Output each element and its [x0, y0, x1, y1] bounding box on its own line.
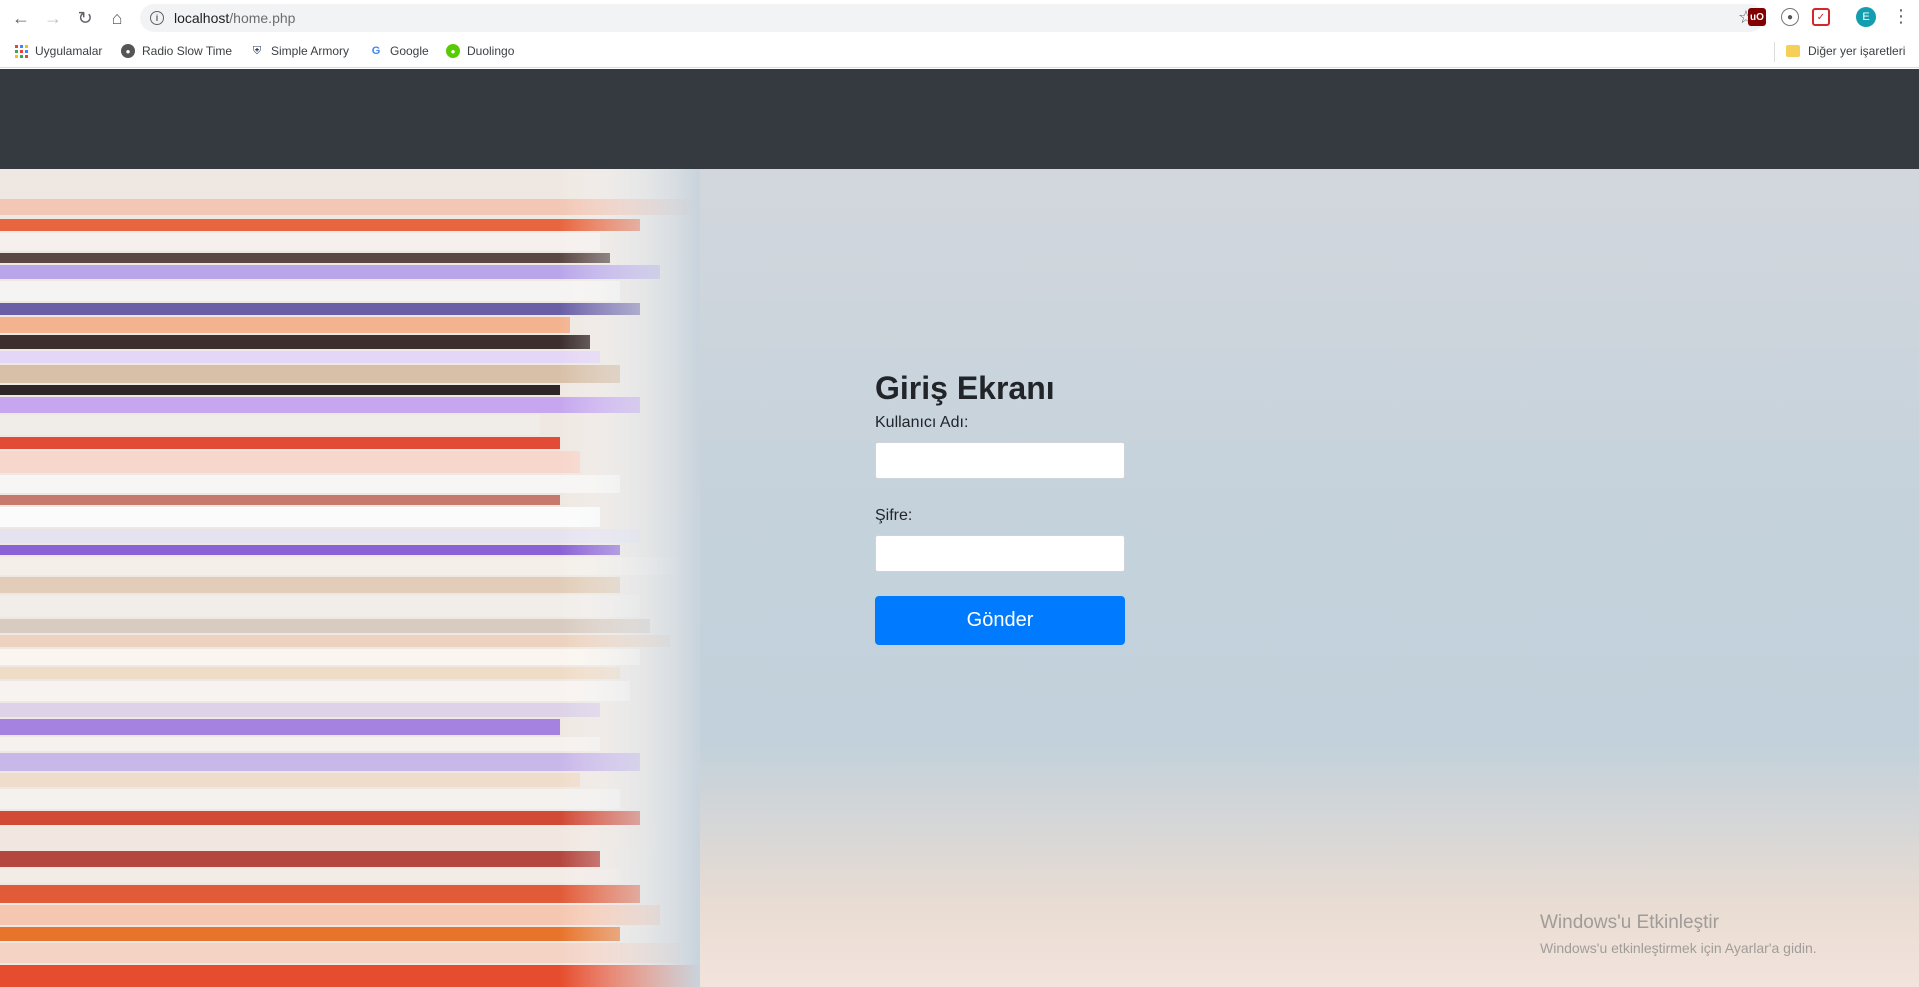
bookmark-google[interactable]: G Google [369, 44, 429, 58]
browser-menu-icon[interactable]: ⋮ [1892, 6, 1910, 26]
site-info-icon[interactable]: i [150, 11, 164, 25]
page-title: Giriş Ekranı [875, 370, 1055, 406]
submit-button[interactable]: Gönder [875, 596, 1125, 645]
url-path: /home.php [229, 10, 296, 26]
bookmark-label: Uygulamalar [35, 44, 103, 58]
forward-arrow-icon[interactable]: → [37, 2, 69, 34]
bookmark-label: Diğer yer işaretleri [1808, 44, 1906, 58]
duolingo-owl-icon: ● [446, 44, 460, 58]
address-bar[interactable]: i localhost/home.php ☆ [140, 4, 1764, 32]
bookmark-apps[interactable]: Uygulamalar [14, 44, 102, 58]
password-input[interactable] [875, 535, 1125, 572]
bookmark-label: Google [390, 44, 429, 58]
windows-activation-watermark: Windows'u Etkinleştir Windows'u etkinleş… [1540, 912, 1817, 956]
pocket-extension-icon[interactable]: ✓ [1812, 8, 1830, 26]
password-label: Şifre: [875, 507, 913, 524]
shield-icon: ⛨ [252, 44, 262, 57]
username-label: Kullanıcı Adı: [875, 414, 969, 431]
ublock-extension-icon[interactable]: uO [1748, 8, 1766, 26]
username-input[interactable] [875, 442, 1125, 479]
back-arrow-icon[interactable]: ← [5, 2, 37, 34]
bookmark-label: Duolingo [467, 44, 515, 58]
bookmark-label: Simple Armory [271, 44, 350, 58]
browser-toolbar: ← → ↻ ⌂ i localhost/home.php ☆ uO ● ✓ E … [0, 0, 1919, 36]
watermark-subtitle: Windows'u etkinleştirmek için Ayarlar'a … [1540, 940, 1817, 956]
folder-icon [1786, 45, 1800, 57]
apps-grid-icon [14, 44, 28, 58]
paper-stack-image [0, 169, 700, 987]
reload-icon[interactable]: ↻ [69, 2, 101, 34]
bookmark-simple-armory[interactable]: ⛨ Simple Armory [250, 44, 349, 58]
globe-icon: ● [121, 44, 135, 58]
login-form: Giriş Ekranı Kullanıcı Adı: Şifre: Gönde… [875, 366, 1135, 645]
bookmark-radio-slow-time[interactable]: ● Radio Slow Time [121, 44, 232, 58]
bookmark-label: Radio Slow Time [142, 44, 233, 58]
bookmarks-separator [1774, 42, 1775, 62]
bookmark-duolingo[interactable]: ● Duolingo [446, 44, 514, 58]
bookmarks-bar: Uygulamalar ● Radio Slow Time ⛨ Simple A… [0, 36, 1919, 68]
google-g-icon: G [371, 45, 381, 57]
field-gap [875, 479, 1135, 507]
page-navbar [0, 69, 1919, 169]
ghostery-extension-icon[interactable]: ● [1781, 8, 1799, 26]
profile-avatar[interactable]: E [1856, 7, 1876, 27]
url-host: localhost [174, 10, 230, 26]
bookmark-other-folder[interactable]: Diğer yer işaretleri [1786, 44, 1905, 58]
watermark-title: Windows'u Etkinleştir [1540, 912, 1719, 933]
url-text: localhost/home.php [174, 10, 295, 26]
home-icon[interactable]: ⌂ [101, 2, 133, 34]
